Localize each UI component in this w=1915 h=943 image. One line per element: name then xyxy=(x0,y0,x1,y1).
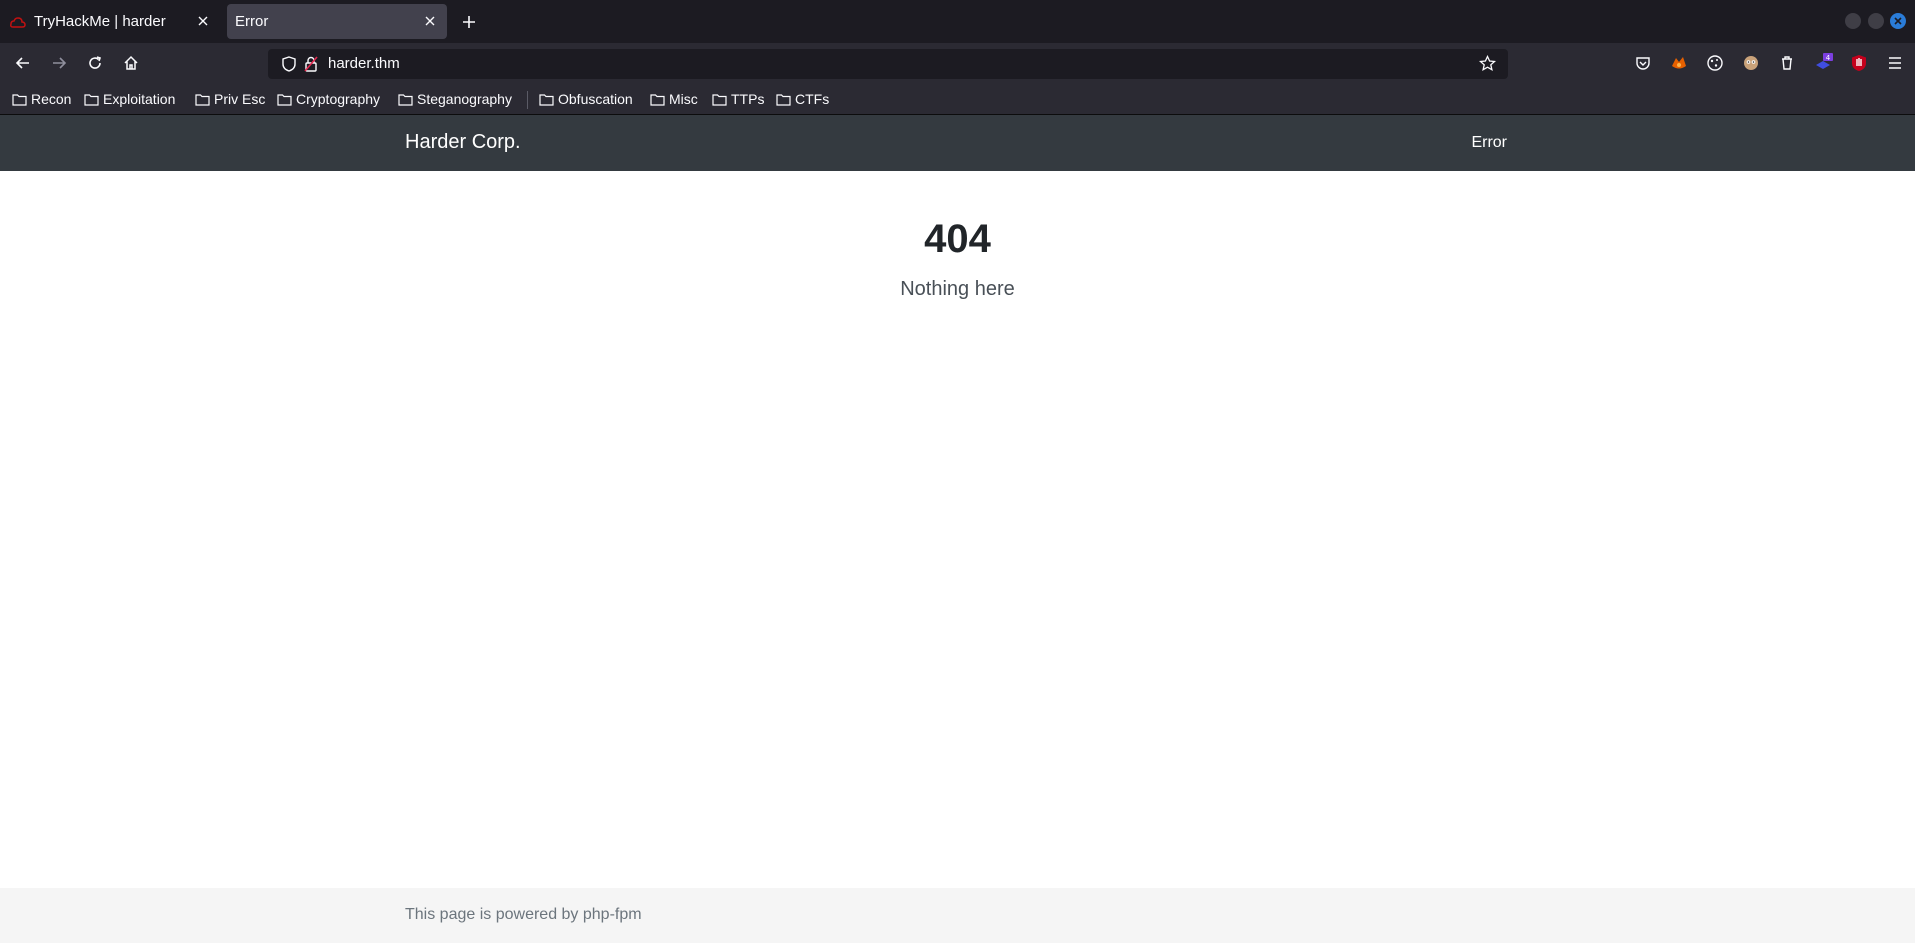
maximize-button[interactable] xyxy=(1868,13,1884,29)
tab-label: Error xyxy=(235,13,269,30)
bookmark-label: Obfuscation xyxy=(558,91,633,107)
main-content: 404 Nothing here xyxy=(0,171,1915,888)
tab-tryhackme[interactable]: TryHackMe | harder xyxy=(2,4,220,39)
folder-icon xyxy=(195,93,210,106)
tab-error[interactable]: Error xyxy=(227,4,447,39)
tab-label: TryHackMe | harder xyxy=(34,13,166,30)
reload-button[interactable] xyxy=(81,49,109,77)
new-tab-button[interactable] xyxy=(456,9,482,35)
url-text[interactable]: harder.thm xyxy=(328,55,400,72)
cookie-editor-icon[interactable] xyxy=(1705,53,1725,73)
close-tab-icon[interactable] xyxy=(194,12,212,30)
bookmark-label: Steganography xyxy=(417,91,512,107)
bookmark-folder-cryptography[interactable]: Cryptography xyxy=(277,89,380,109)
close-tab-icon[interactable] xyxy=(421,12,439,30)
bookmark-label: Misc xyxy=(669,91,698,107)
trash-icon[interactable] xyxy=(1777,53,1797,73)
folder-icon xyxy=(712,93,727,106)
extension-badge-icon[interactable]: 4 xyxy=(1813,53,1833,73)
forward-button[interactable] xyxy=(45,49,73,77)
folder-icon xyxy=(277,93,292,106)
tryhackme-icon xyxy=(10,16,26,28)
bookmarks-toolbar: Recon Exploitation Priv Esc Cryptography… xyxy=(0,83,1915,115)
footer-text: This page is powered by php-fpm xyxy=(405,906,642,923)
bookmark-folder-misc[interactable]: Misc xyxy=(650,89,698,109)
home-button[interactable] xyxy=(117,49,145,77)
tab-bar: TryHackMe | harder Error xyxy=(0,0,1915,43)
close-window-button[interactable] xyxy=(1890,13,1906,29)
bookmark-folder-steganography[interactable]: Steganography xyxy=(398,89,512,109)
pocket-icon[interactable] xyxy=(1633,53,1653,73)
bookmark-folder-ttps[interactable]: TTPs xyxy=(712,89,764,109)
folder-icon xyxy=(84,93,99,106)
folder-icon xyxy=(776,93,791,106)
bookmark-label: TTPs xyxy=(731,91,765,107)
bookmark-label: Exploitation xyxy=(103,91,176,107)
folder-icon xyxy=(398,93,413,106)
site-footer: This page is powered by php-fpm xyxy=(0,888,1915,943)
error-code-heading: 404 xyxy=(924,217,991,261)
navigation-toolbar: harder.thm 4 xyxy=(0,43,1915,83)
folder-icon xyxy=(539,93,554,106)
lock-insecure-icon[interactable] xyxy=(304,56,318,77)
folder-icon xyxy=(12,93,27,106)
bookmark-folder-obfuscation[interactable]: Obfuscation xyxy=(539,89,633,109)
bookmark-folder-priv-esc[interactable]: Priv Esc xyxy=(195,89,265,109)
foxyproxy-icon[interactable] xyxy=(1669,53,1689,73)
error-message: Nothing here xyxy=(900,278,1015,300)
extension-badge-count: 4 xyxy=(1826,54,1831,62)
back-button[interactable] xyxy=(9,49,37,77)
bookmark-label: Recon xyxy=(31,91,72,107)
nav-link-error[interactable]: Error xyxy=(1471,134,1507,152)
url-bar[interactable]: harder.thm xyxy=(268,49,1508,79)
bookmark-label: Priv Esc xyxy=(214,91,266,107)
menu-icon[interactable] xyxy=(1885,53,1905,73)
bookmark-label: CTFs xyxy=(795,91,830,107)
bookmark-star-icon[interactable] xyxy=(1478,54,1497,77)
bookmark-folder-exploitation[interactable]: Exploitation xyxy=(84,89,175,109)
site-navbar: Harder Corp. Error xyxy=(0,115,1915,171)
folder-icon xyxy=(650,93,665,106)
bookmark-label: Cryptography xyxy=(296,91,381,107)
bookmarks-separator xyxy=(527,91,528,109)
minimize-button[interactable] xyxy=(1845,13,1861,29)
site-brand-link[interactable]: Harder Corp. xyxy=(405,131,521,154)
wappalyzer-icon[interactable] xyxy=(1741,53,1761,73)
bookmark-folder-ctfs[interactable]: CTFs xyxy=(776,89,829,109)
shield-icon[interactable] xyxy=(282,56,296,77)
bookmark-folder-recon[interactable]: Recon xyxy=(12,89,71,109)
ublock-icon[interactable] xyxy=(1849,53,1869,73)
